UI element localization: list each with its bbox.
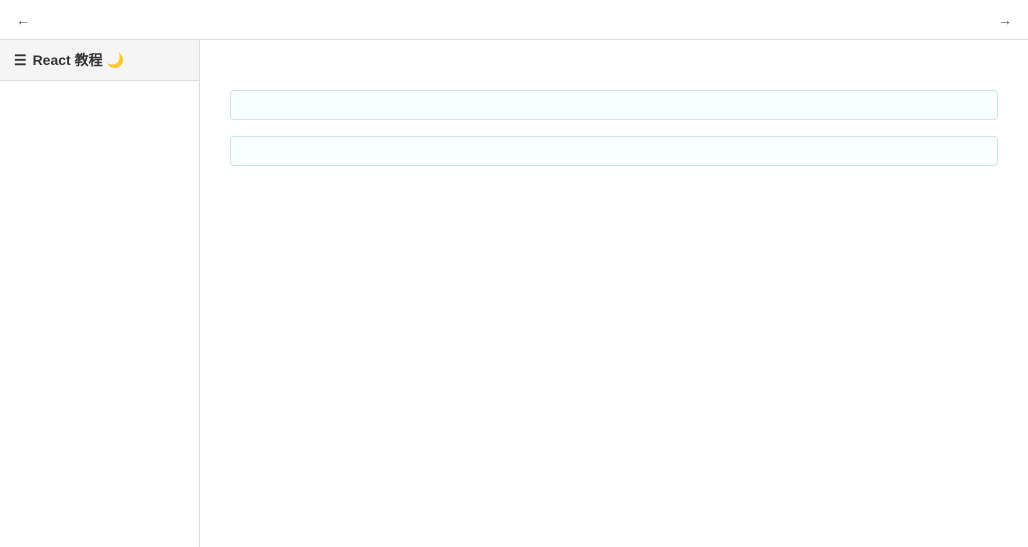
menu-icon: ☰	[14, 52, 27, 69]
arrow-right-icon: →	[998, 12, 1012, 28]
main-content-area	[200, 40, 1028, 547]
code-block-1	[230, 90, 998, 120]
next-link[interactable]: →	[992, 12, 1012, 28]
code-block-2	[230, 136, 998, 166]
main-layout: ☰ React 教程 🌙	[0, 40, 1028, 547]
arrow-left-icon: ←	[16, 12, 30, 28]
top-navigation: ← →	[0, 0, 1028, 40]
sidebar-title: React 教程 🌙	[33, 50, 124, 70]
sidebar: ☰ React 教程 🌙	[0, 40, 200, 547]
prev-link[interactable]: ←	[16, 12, 36, 28]
sidebar-header: ☰ React 教程 🌙	[0, 40, 199, 81]
